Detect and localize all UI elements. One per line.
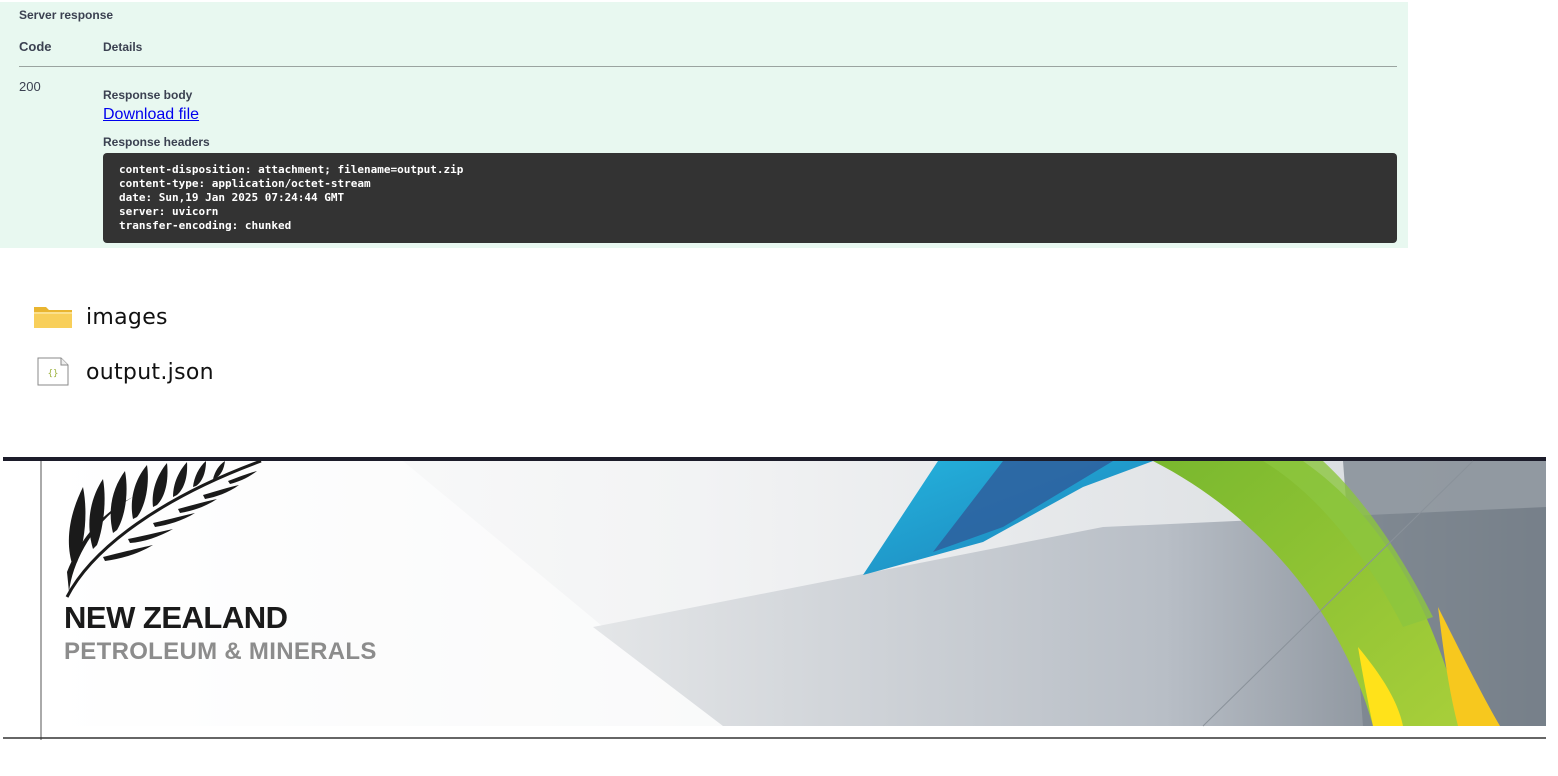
header-line: content-type: application/octet-stream	[119, 177, 371, 190]
header-line: server: uvicorn	[119, 205, 219, 218]
json-file-icon: {}	[33, 357, 73, 387]
download-file-link[interactable]: Download file	[103, 106, 199, 124]
header-line: transfer-encoding: chunked	[119, 219, 292, 232]
response-headers-block: content-disposition: attachment; filenam…	[103, 153, 1397, 243]
status-code: 200	[19, 79, 41, 94]
svg-text:{}: {}	[48, 369, 59, 379]
response-body-label: Response body	[103, 88, 193, 102]
brand-name: NEW ZEALAND	[64, 600, 288, 635]
brand-subtitle: PETROLEUM & MINERALS	[64, 638, 377, 665]
header-line: date: Sun,19 Jan 2025 07:24:44 GMT	[119, 191, 345, 204]
code-column-header: Code	[19, 39, 52, 54]
folder-icon	[33, 302, 73, 332]
server-response-panel: Server response Code Details 200 Respons…	[0, 2, 1408, 248]
header-divider	[19, 66, 1397, 67]
nzpm-banner	[3, 457, 1546, 740]
header-line: content-disposition: attachment; filenam…	[119, 163, 464, 176]
file-item-output-json[interactable]: {} output.json	[33, 357, 214, 387]
file-name: output.json	[86, 359, 214, 385]
details-column-header: Details	[103, 40, 143, 54]
file-item-images[interactable]: images	[33, 302, 168, 332]
server-response-title: Server response	[19, 8, 114, 22]
response-headers-label: Response headers	[103, 135, 210, 149]
file-name: images	[86, 304, 168, 330]
